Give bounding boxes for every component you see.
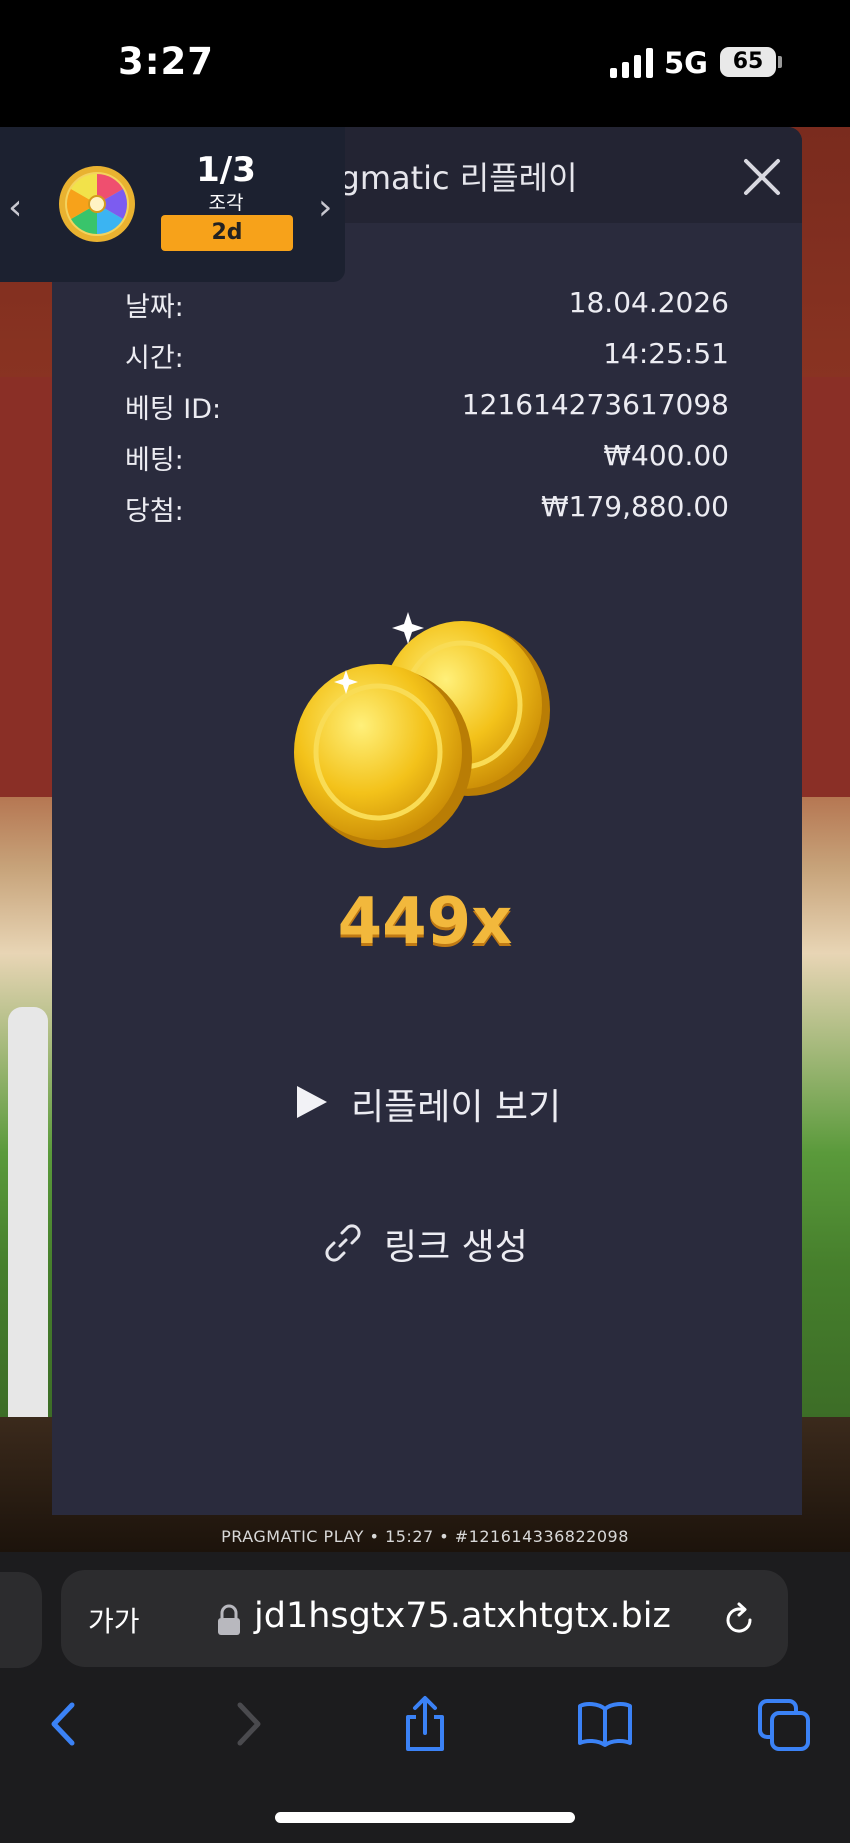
detail-label-bet: 베팅: — [125, 445, 184, 476]
watch-replay-button[interactable]: 리플레이 보기 — [285, 1068, 585, 1136]
link-icon — [325, 1224, 361, 1262]
create-link-label: 링크 생성 — [384, 1227, 528, 1268]
text-size-button[interactable]: 가가 — [88, 1600, 140, 1640]
tabs-icon[interactable] — [756, 1695, 814, 1753]
promo-next-icon[interactable]: › — [318, 187, 332, 228]
home-indicator — [275, 1812, 575, 1823]
reel-frame-left — [0, 377, 56, 797]
bookmarks-icon[interactable] — [576, 1695, 634, 1753]
battery-tip — [778, 56, 782, 68]
reel-frame-right — [796, 377, 850, 797]
back-icon[interactable] — [36, 1695, 94, 1753]
play-icon — [297, 1086, 327, 1118]
promo-prev-icon[interactable]: ‹ — [8, 187, 22, 228]
game-footer-info: PRAGMATIC PLAY • 15:27 • #12161433682209… — [221, 1527, 629, 1546]
status-bar: 3:27 5G 65 — [0, 0, 850, 127]
promo-days-badge: 2d — [161, 215, 293, 251]
battery-icon: 65 — [720, 47, 776, 77]
previous-tab-preview[interactable] — [0, 1572, 42, 1668]
create-link-button[interactable]: 링크 생성 — [318, 1208, 558, 1276]
detail-value-bet: ₩400.00 — [603, 439, 729, 472]
status-time: 3:27 — [118, 40, 215, 83]
gold-coins-icon — [294, 612, 550, 848]
detail-value-bet-id: 121614273617098 — [461, 388, 729, 421]
win-multiplier: 449x — [337, 885, 513, 959]
share-icon[interactable] — [396, 1695, 454, 1753]
detail-value-win: ₩179,880.00 — [540, 490, 729, 523]
detail-label-time: 시간: — [125, 343, 184, 374]
detail-label-date: 날짜: — [125, 292, 184, 323]
promo-progress: 1/3 — [196, 150, 256, 190]
prize-wheel-icon[interactable] — [58, 165, 136, 243]
detail-label-win: 당첨: — [125, 496, 184, 527]
detail-label-bet-id: 베팅 ID: — [125, 394, 222, 425]
network-type: 5G — [664, 46, 708, 80]
promo-piece-label: 조각 — [208, 192, 244, 214]
url-text[interactable]: jd1hsgtx75.atxhtgtx.biz — [254, 1596, 671, 1636]
forward-icon[interactable] — [218, 1695, 276, 1753]
detail-value-date: 18.04.2026 — [568, 286, 729, 319]
lock-icon — [218, 1604, 240, 1635]
detail-value-time: 14:25:51 — [603, 337, 729, 370]
close-icon[interactable] — [740, 155, 784, 199]
fence-post — [8, 1007, 48, 1467]
cellular-signal-icon — [610, 48, 653, 78]
reload-icon[interactable] — [720, 1601, 758, 1639]
watch-replay-label: 리플레이 보기 — [351, 1087, 562, 1128]
